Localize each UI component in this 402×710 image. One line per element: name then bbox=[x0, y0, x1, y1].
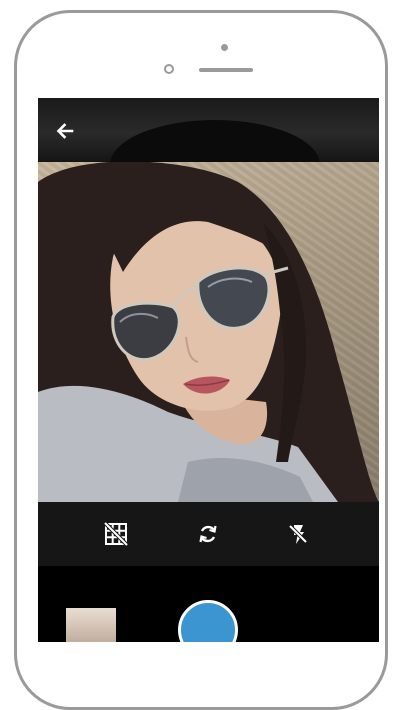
arrow-left-icon bbox=[56, 123, 74, 139]
flash-toggle-button[interactable] bbox=[282, 518, 314, 550]
portrait-preview-image bbox=[38, 162, 379, 502]
camera-preview[interactable] bbox=[38, 162, 379, 502]
gallery-thumbnail[interactable] bbox=[66, 608, 116, 642]
front-camera-icon bbox=[164, 64, 174, 74]
flash-off-icon bbox=[288, 524, 308, 544]
shutter-button[interactable] bbox=[178, 600, 238, 642]
grid-off-icon bbox=[104, 522, 128, 546]
grid-toggle-button[interactable] bbox=[100, 518, 132, 550]
camera-screen bbox=[38, 98, 379, 642]
back-button[interactable] bbox=[52, 118, 78, 144]
front-sensor-icon bbox=[221, 44, 228, 51]
switch-camera-icon bbox=[199, 525, 217, 543]
switch-camera-button[interactable] bbox=[192, 518, 224, 550]
shutter-bar bbox=[38, 566, 379, 642]
camera-controls-bar bbox=[38, 502, 379, 566]
top-bar bbox=[38, 98, 379, 210]
earpiece-speaker bbox=[199, 68, 253, 72]
